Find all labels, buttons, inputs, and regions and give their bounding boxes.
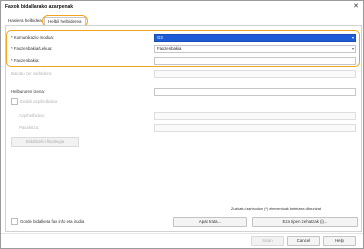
pasahitza-label: Pasahitza: [19,125,40,130]
faxzenbakia-input[interactable] [154,57,356,65]
gorde-checkbox[interactable] [11,218,18,225]
komunikazio-modua-value: G3 [157,35,163,40]
bairatu-label: Bairatu zer sarbidera: [11,71,53,76]
pasahitza-input[interactable] [154,124,356,132]
helbururen-izena-label: Helbururen izena: [11,89,45,94]
footer-divider [1,233,363,234]
komunikazio-modua-select[interactable]: G3 ▾ [154,34,356,42]
fax-settings-dialog: Faxok bidallarako azarpenak ✕ Hasiera he… [0,0,364,249]
close-icon[interactable]: ✕ [353,3,359,10]
azpihelbidea-input[interactable] [154,112,356,120]
faxzenbakia-label: * Faxzenbakia: [11,58,40,63]
gorde-checkbox-label: Gorde bidalketa fax info eta irudia [20,219,85,224]
faxzenbakia-lekua-select[interactable]: Faxzenbakia ▾ [154,45,356,53]
ok-button[interactable]: Itxian [251,236,284,246]
azpihelbidea-label: Azpihelbidea: [19,113,45,118]
chevron-down-icon: ▾ [351,35,354,40]
chevron-down-icon: ▾ [351,46,354,51]
title-bar: Faxok bidallarako azarpenak ✕ [1,1,363,13]
tab-hasiera-helbidea[interactable]: Hasiera helbidea [5,17,45,25]
window-title: Faxok bidallarako azarpenak [5,4,74,10]
faxzenbakia-lekua-value: Faxzenbakia [157,46,182,51]
help-button[interactable]: Help [323,236,356,246]
helbururen-izena-input[interactable] [154,88,356,96]
komunikazio-modua-label: * Komunikazio modua: [11,35,54,40]
bairatu-input[interactable] [154,70,356,78]
eza-tipen-zehatzak-button[interactable]: Eza tipen zehatzak (i)... [252,217,358,227]
apat-trata-button[interactable]: Apat trata... [173,217,247,227]
erabili-azpihelbidea-label: Erabili azpihelbidea [20,99,58,104]
erabili-azpihelbidea-checkbox[interactable] [11,98,18,105]
cancel-button[interactable]: Cancel [287,236,320,246]
faxzenbakia-lekua-label: * Faxzenbakia/Lekua: [11,46,53,51]
required-note: Zuzkatu izartxodun (*) elementuak betetz… [231,207,321,211]
bidaltzeko-fitxategia-button[interactable]: Bidaltzeko fitxategia [11,137,79,147]
